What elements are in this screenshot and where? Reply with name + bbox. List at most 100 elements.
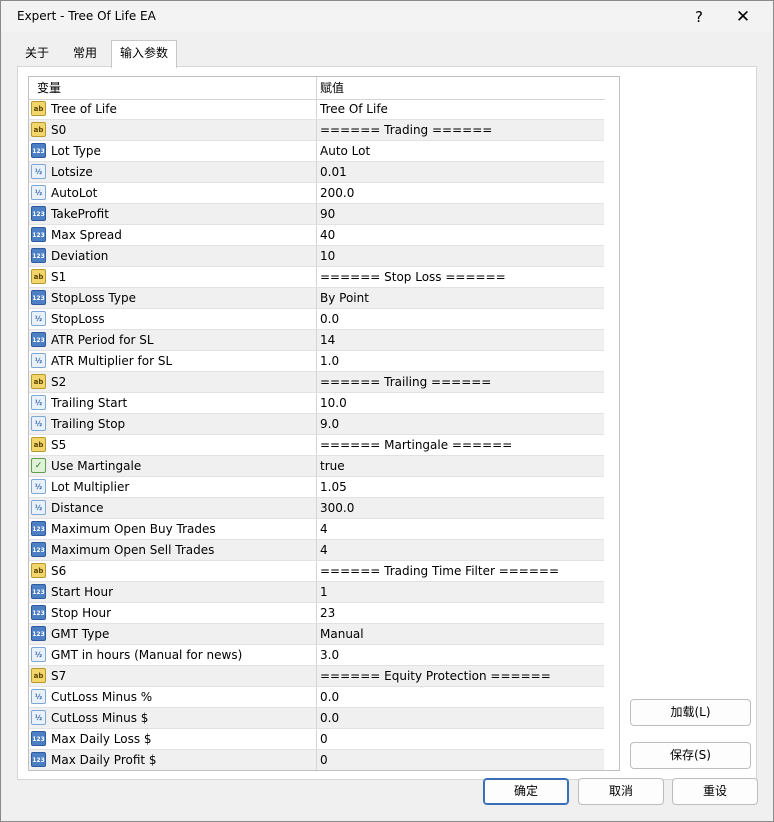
parameter-name: Max Spread bbox=[51, 228, 122, 242]
parameter-row[interactable]: ½ CutLoss Minus $ 0.0 bbox=[29, 708, 604, 729]
cell-divider bbox=[316, 645, 317, 665]
parameter-value[interactable]: ====== Trailing ====== bbox=[320, 372, 491, 392]
parameter-name: Deviation bbox=[51, 249, 109, 263]
parameter-value[interactable]: 0.0 bbox=[320, 309, 339, 329]
parameter-name: S5 bbox=[51, 438, 67, 452]
parameter-row[interactable]: 123 Lot Type Auto Lot bbox=[29, 141, 604, 162]
parameter-rows: ab Tree of Life Tree Of Life ab S0 ====== Tra… bbox=[29, 99, 604, 770]
cell-divider bbox=[316, 372, 317, 392]
parameter-value[interactable]: ====== Martingale ====== bbox=[320, 435, 512, 455]
parameter-value[interactable]: ====== Stop Loss ====== bbox=[320, 267, 506, 287]
parameter-value[interactable]: 200.0 bbox=[320, 183, 354, 203]
parameter-value[interactable]: ====== Trading ====== bbox=[320, 120, 492, 140]
parameter-row[interactable]: ½ CutLoss Minus % 0.0 bbox=[29, 687, 604, 708]
cell-divider bbox=[316, 561, 317, 581]
parameter-row[interactable]: 123 Maximum Open Sell Trades 4 bbox=[29, 540, 604, 561]
parameter-row[interactable]: 123 Max Daily Loss $ 0 bbox=[29, 729, 604, 750]
parameter-value[interactable]: 1.0 bbox=[320, 351, 339, 371]
parameter-row[interactable]: 123 Deviation 10 bbox=[29, 246, 604, 267]
reset-button[interactable]: 重设 bbox=[672, 778, 758, 805]
string-type-icon: ab bbox=[31, 563, 46, 578]
parameter-value[interactable]: 40 bbox=[320, 225, 335, 245]
parameter-value[interactable]: 0.01 bbox=[320, 162, 347, 182]
parameter-value[interactable]: By Point bbox=[320, 288, 369, 308]
parameter-value[interactable]: 0.0 bbox=[320, 687, 339, 707]
parameter-value[interactable]: 4 bbox=[320, 519, 328, 539]
parameter-value[interactable]: 1 bbox=[320, 582, 328, 602]
cell-divider bbox=[316, 729, 317, 749]
parameter-value[interactable]: 0 bbox=[320, 729, 328, 749]
cell-divider bbox=[316, 687, 317, 707]
parameter-row[interactable]: ab Tree of Life Tree Of Life bbox=[29, 99, 604, 120]
double-type-icon: ½ bbox=[31, 395, 46, 410]
parameter-value[interactable]: 14 bbox=[320, 330, 335, 350]
scrollbar[interactable] bbox=[605, 99, 619, 770]
parameter-row[interactable]: 123 GMT Type Manual bbox=[29, 624, 604, 645]
parameter-value[interactable]: 4 bbox=[320, 540, 328, 560]
parameter-row[interactable]: ½ GMT in hours (Manual for news) 3.0 bbox=[29, 645, 604, 666]
parameter-row[interactable]: ab S2 ====== Trailing ====== bbox=[29, 372, 604, 393]
parameter-value[interactable]: 300.0 bbox=[320, 498, 354, 518]
cancel-button[interactable]: 取消 bbox=[578, 778, 664, 805]
parameter-row[interactable]: 123 TakeProfit 90 bbox=[29, 204, 604, 225]
help-icon[interactable]: ? bbox=[679, 5, 719, 29]
parameter-row[interactable]: ½ StopLoss 0.0 bbox=[29, 309, 604, 330]
parameter-value[interactable]: 3.0 bbox=[320, 645, 339, 665]
parameter-row[interactable]: ab S7 ====== Equity Protection ====== bbox=[29, 666, 604, 687]
parameter-value[interactable]: 10.0 bbox=[320, 393, 347, 413]
parameter-row[interactable]: 123 Stop Hour 23 bbox=[29, 603, 604, 624]
parameter-row[interactable]: ab S6 ====== Trading Time Filter ====== bbox=[29, 561, 604, 582]
save-button[interactable]: 保存(S) bbox=[630, 742, 751, 769]
parameter-row[interactable]: 123 ATR Period for SL 14 bbox=[29, 330, 604, 351]
window-title: Expert - Tree Of Life EA bbox=[17, 9, 156, 23]
tab-about[interactable]: 关于 bbox=[17, 41, 57, 66]
parameter-value[interactable]: true bbox=[320, 456, 345, 476]
parameter-value[interactable]: 9.0 bbox=[320, 414, 339, 434]
cell-divider bbox=[316, 183, 317, 203]
parameter-name: Trailing Stop bbox=[51, 417, 126, 431]
cell-divider bbox=[316, 99, 317, 119]
parameter-row[interactable]: ½ Distance 300.0 bbox=[29, 498, 604, 519]
parameter-name: Lotsize bbox=[51, 165, 93, 179]
parameter-name: StopLoss Type bbox=[51, 291, 136, 305]
parameter-row[interactable]: 123 Max Spread 40 bbox=[29, 225, 604, 246]
parameter-row[interactable]: ½ ATR Multiplier for SL 1.0 bbox=[29, 351, 604, 372]
cell-divider bbox=[316, 393, 317, 413]
parameter-value[interactable]: 1.05 bbox=[320, 477, 347, 497]
parameter-row[interactable]: 123 Maximum Open Buy Trades 4 bbox=[29, 519, 604, 540]
parameter-name: S1 bbox=[51, 270, 67, 284]
parameter-value[interactable]: ====== Trading Time Filter ====== bbox=[320, 561, 559, 581]
parameter-value[interactable]: Tree Of Life bbox=[320, 99, 388, 119]
parameter-row[interactable]: ab S5 ====== Martingale ====== bbox=[29, 435, 604, 456]
parameter-row[interactable]: ½ Trailing Start 10.0 bbox=[29, 393, 604, 414]
close-icon[interactable]: ✕ bbox=[723, 5, 763, 29]
parameter-value[interactable]: 0.0 bbox=[320, 708, 339, 728]
column-header-value[interactable]: 赋值 bbox=[320, 77, 344, 99]
parameter-row[interactable]: 123 Start Hour 1 bbox=[29, 582, 604, 603]
parameter-row[interactable]: ½ Lotsize 0.01 bbox=[29, 162, 604, 183]
parameter-value[interactable]: 23 bbox=[320, 603, 335, 623]
parameter-value[interactable]: ====== Equity Protection ====== bbox=[320, 666, 551, 686]
parameter-row[interactable]: ✓ Use Martingale true bbox=[29, 456, 604, 477]
parameter-value[interactable]: 90 bbox=[320, 204, 335, 224]
parameter-value[interactable]: Manual bbox=[320, 624, 364, 644]
parameter-row[interactable]: 123 StopLoss Type By Point bbox=[29, 288, 604, 309]
ok-button[interactable]: 确定 bbox=[483, 778, 569, 805]
parameter-name: ATR Period for SL bbox=[51, 333, 154, 347]
parameter-row[interactable]: ½ Trailing Stop 9.0 bbox=[29, 414, 604, 435]
tab-inputs[interactable]: 输入参数 bbox=[111, 40, 177, 68]
parameter-name: Maximum Open Sell Trades bbox=[51, 543, 215, 557]
parameter-row[interactable]: 123 Max Daily Profit $ 0 bbox=[29, 750, 604, 770]
parameter-row[interactable]: ab S1 ====== Stop Loss ====== bbox=[29, 267, 604, 288]
column-header-variable[interactable]: 变量 bbox=[37, 77, 61, 99]
tab-common[interactable]: 常用 bbox=[63, 41, 107, 66]
double-type-icon: ½ bbox=[31, 353, 46, 368]
parameter-row[interactable]: ½ AutoLot 200.0 bbox=[29, 183, 604, 204]
parameter-value[interactable]: Auto Lot bbox=[320, 141, 370, 161]
load-button[interactable]: 加载(L) bbox=[630, 699, 751, 726]
parameter-row[interactable]: ½ Lot Multiplier 1.05 bbox=[29, 477, 604, 498]
parameter-value[interactable]: 0 bbox=[320, 750, 328, 770]
string-type-icon: ab bbox=[31, 122, 46, 137]
parameter-value[interactable]: 10 bbox=[320, 246, 335, 266]
parameter-row[interactable]: ab S0 ====== Trading ====== bbox=[29, 120, 604, 141]
